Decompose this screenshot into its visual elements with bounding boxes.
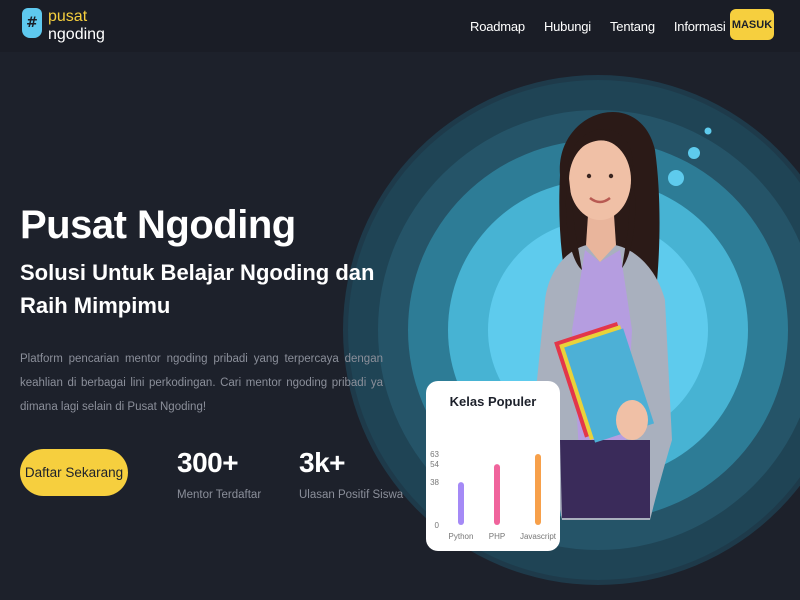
stat-value: 300+ <box>177 447 239 478</box>
y-tick-label: 54 <box>430 460 439 469</box>
y-tick-label: 0 <box>435 521 440 530</box>
chart-bar-python <box>458 482 464 525</box>
chart-bar-javascript <box>535 454 541 525</box>
register-button[interactable]: Daftar Sekarang <box>20 449 128 496</box>
y-tick-label: 38 <box>430 478 439 487</box>
stat-value: 3k+ <box>299 447 346 478</box>
hero-title: Pusat Ngoding <box>20 203 296 247</box>
x-tick-label: PHP <box>489 532 505 541</box>
stat-label: Mentor Terdaftar <box>177 489 262 501</box>
stat-label: Ulasan Positif Siswa <box>299 489 404 501</box>
chart-bar-php <box>494 464 500 525</box>
popular-class-chart: 0 38 5463 Python PHP Javascript <box>430 450 557 541</box>
stat-reviews: 3k+ Ulasan Positif Siswa <box>299 447 403 501</box>
x-tick-label: Python <box>449 532 474 541</box>
y-tick-label: 63 <box>430 450 439 459</box>
hero-subtitle: Solusi Untuk Belajar Ngoding dan Raih Mi… <box>20 260 375 318</box>
hero-description: Platform pencarian mentor ngoding pribad… <box>20 353 383 413</box>
x-tick-label: Javascript <box>520 532 557 541</box>
popular-class-card: Kelas Populer 0 38 54 63 Python PHP Javascript <box>426 381 560 551</box>
stat-mentors: 300+ Mentor Terdaftar <box>177 447 261 501</box>
